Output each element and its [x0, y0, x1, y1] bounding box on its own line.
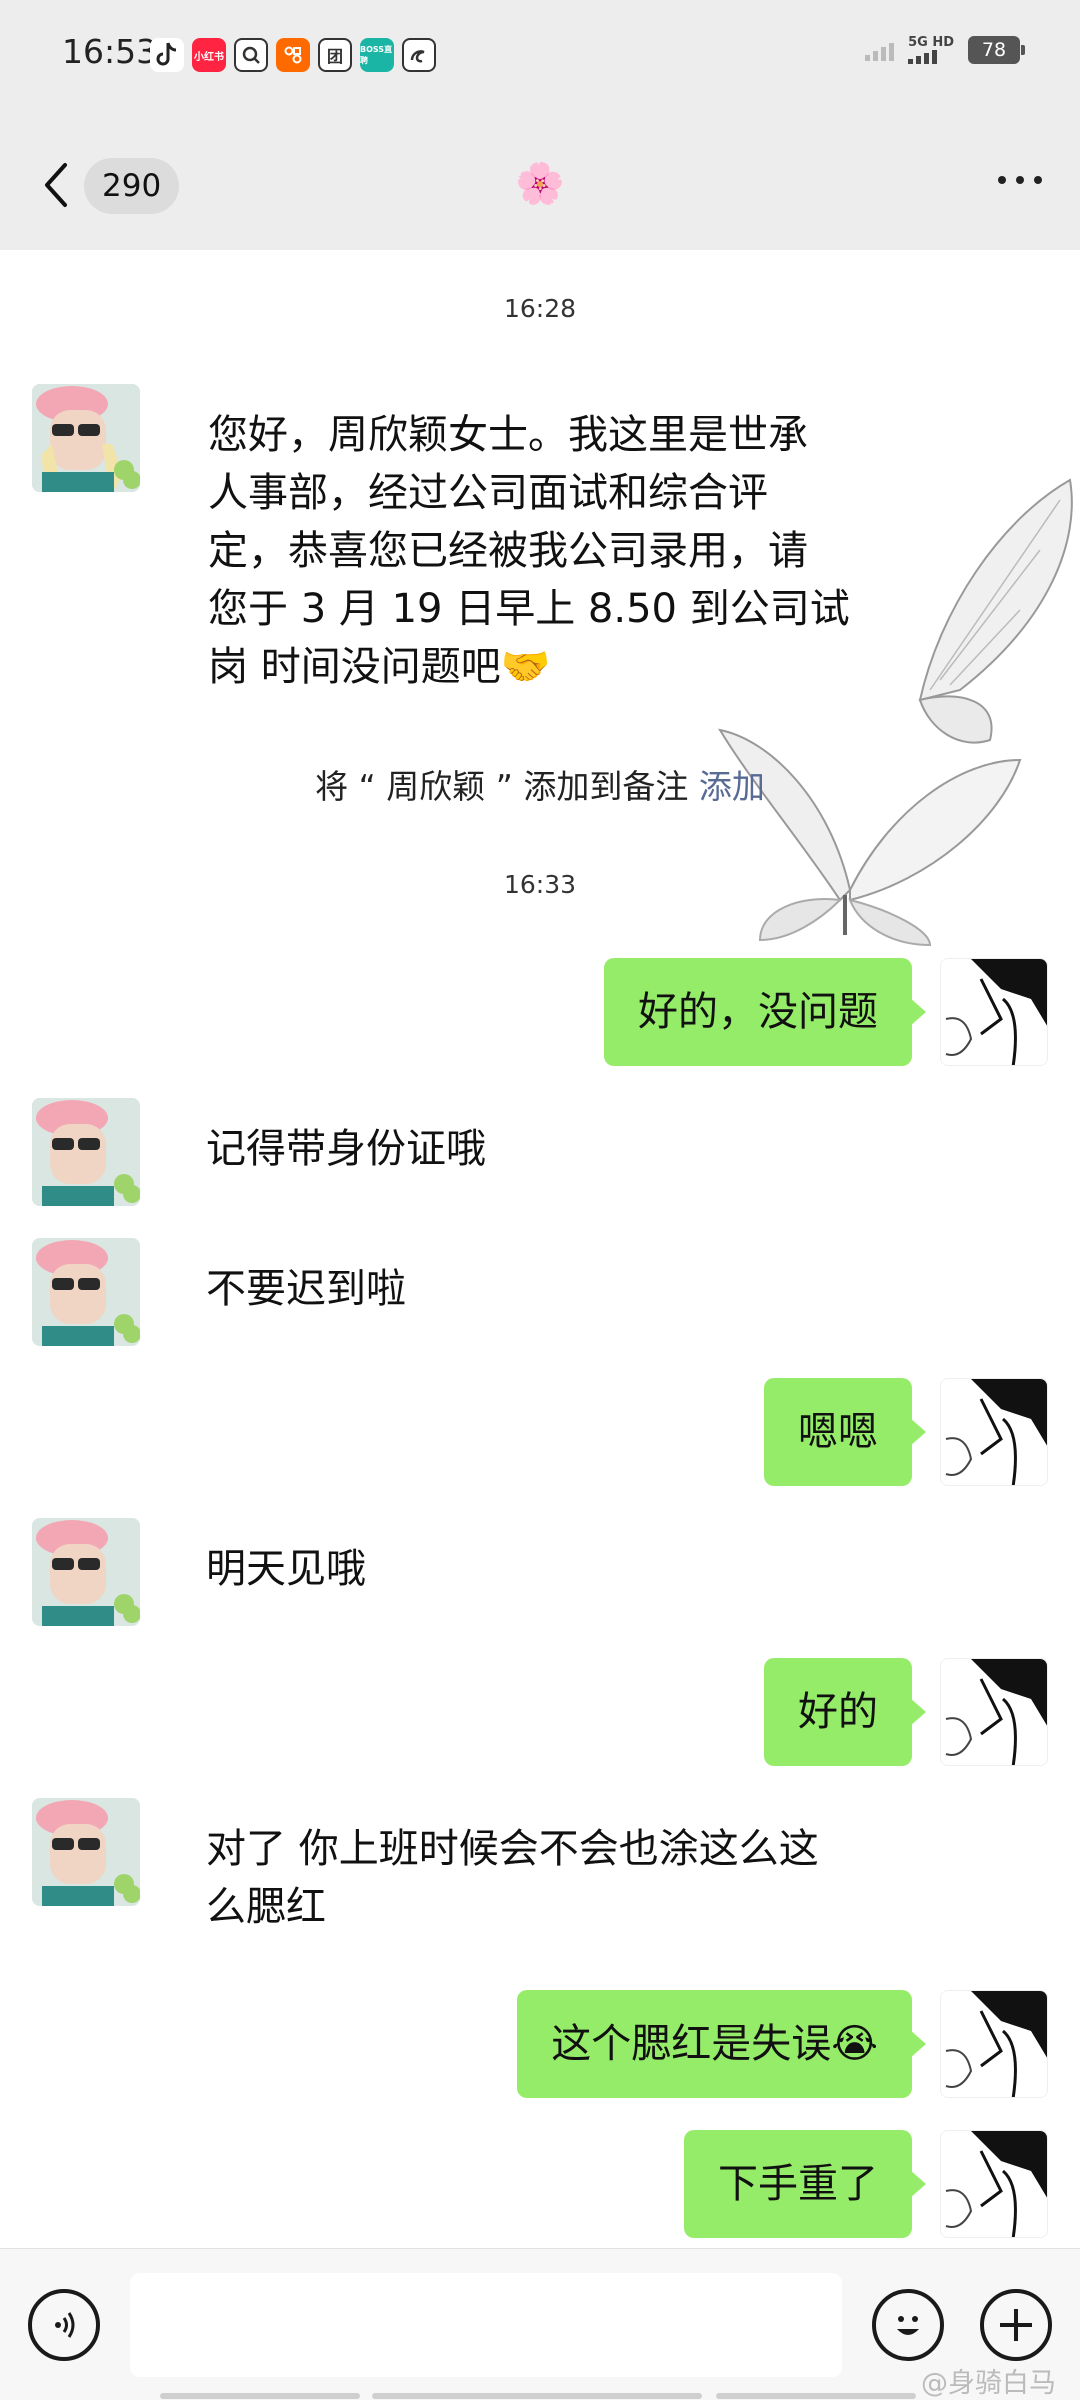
remark-notice-text: 将 “ 周欣颖 ” 添加到备注: [315, 767, 699, 806]
gesture-bar: [160, 2393, 360, 2399]
status-indicators: 5G HD 78: [865, 36, 1025, 64]
battery-icon: 78: [968, 36, 1025, 64]
taobao-icon: [276, 38, 310, 72]
emoji-button[interactable]: [872, 2289, 944, 2361]
timestamp: 16:28: [503, 294, 577, 323]
my-avatar-image: [941, 1659, 1047, 1765]
add-remark-notice: 将 “ 周欣颖 ” 添加到备注 添加: [0, 760, 1080, 808]
uc-icon: [402, 38, 436, 72]
chat-header: 290 🌸: [0, 120, 1080, 250]
network-label: 5G HD: [908, 35, 954, 50]
message-input[interactable]: [130, 2273, 842, 2377]
contact-avatar-image: [32, 1798, 140, 1906]
my-avatar[interactable]: [940, 1990, 1048, 2098]
butterfly-wallpaper-large-icon: [717, 728, 1022, 947]
my-avatar-image: [941, 1379, 1047, 1485]
my-avatar[interactable]: [940, 1378, 1048, 1486]
message-bubble-received[interactable]: 对了 你上班时候会不会也涂这么这 么腮红: [178, 1798, 847, 1958]
my-avatar-image: [941, 2131, 1047, 2237]
status-time: 16:53: [62, 32, 158, 71]
my-avatar-image: [941, 959, 1047, 1065]
xiaohongshu-icon: 小红书: [192, 38, 226, 72]
search-app-icon: [234, 38, 268, 72]
message-bubble-sent[interactable]: 下手重了: [684, 2130, 926, 2238]
add-remark-link[interactable]: 添加: [699, 767, 765, 806]
message-bubble-received[interactable]: 您好，周欣颖女士。我这里是世承 人事部，经过公司面试和综合评 定，恭喜您已经被我…: [178, 390, 918, 712]
message-bubble-sent[interactable]: 好的，没问题: [604, 958, 926, 1066]
message-bubble-sent[interactable]: 嗯嗯: [764, 1378, 926, 1486]
contact-avatar[interactable]: [32, 1518, 140, 1626]
message-line: 人事部，经过公司面试和综合评: [208, 470, 768, 516]
network-indicator: 5G HD: [908, 36, 954, 64]
contact-avatar[interactable]: [32, 1238, 140, 1346]
emoji-icon: [897, 2316, 919, 2335]
my-avatar-image: [941, 1991, 1047, 2097]
contact-avatar[interactable]: [32, 1798, 140, 1906]
gesture-bar: [372, 2393, 702, 2399]
status-bar: 16:53 小红书 团 BOSS直聘 5G HD 78: [0, 0, 1080, 120]
plus-icon: [1000, 2309, 1032, 2341]
contact-avatar-image: [32, 1518, 140, 1626]
contact-avatar-image: [32, 1238, 140, 1346]
my-avatar[interactable]: [940, 958, 1048, 1066]
more-dot: [1016, 176, 1024, 184]
signal-strong-icon: [908, 50, 938, 64]
status-app-icons: 小红书 团 BOSS直聘: [150, 38, 436, 72]
more-options-button[interactable]: [998, 176, 1042, 184]
plus-button[interactable]: [980, 2289, 1052, 2361]
input-bar: @身骑白马: [0, 2248, 1080, 2400]
message-line: 您好，周欣颖女士。我这里是世承: [208, 412, 808, 458]
tiktok-icon: [150, 38, 184, 72]
my-avatar[interactable]: [940, 2130, 1048, 2238]
message-line: 定，恭喜您已经被我公司录用，请: [208, 528, 808, 574]
contact-avatar[interactable]: [32, 384, 140, 492]
message-line: 岗 时间没问题吧🤝: [208, 644, 551, 690]
voice-icon: [55, 2312, 75, 2338]
signal-icon: [865, 39, 895, 61]
boss-icon: BOSS直聘: [360, 38, 394, 72]
message-bubble-received[interactable]: 不要迟到啦: [178, 1238, 434, 1340]
contact-avatar[interactable]: [32, 1098, 140, 1206]
message-bubble-sent[interactable]: 好的: [764, 1658, 926, 1766]
message-line: 对了 你上班时候会不会也涂这么这: [206, 1826, 819, 1872]
gesture-bar: [716, 2393, 916, 2399]
timestamp: 16:33: [503, 870, 577, 899]
message-bubble-received[interactable]: 明天见哦: [178, 1518, 394, 1620]
my-avatar[interactable]: [940, 1658, 1048, 1766]
more-dot: [1034, 176, 1042, 184]
message-bubble-received[interactable]: 记得带身份证哦: [178, 1098, 514, 1200]
chat-messages[interactable]: 16:28 您好，周欣颖女士。我这里是世承 人事部，经过公司面试和综合评 定，恭…: [0, 250, 1080, 2248]
voice-button[interactable]: [28, 2289, 100, 2361]
contact-avatar-image: [32, 384, 140, 492]
more-dot: [998, 176, 1006, 184]
message-bubble-sent[interactable]: 这个腮红是失误😭: [517, 1990, 926, 2098]
message-line: 么腮红: [206, 1884, 326, 1930]
chat-title: 🌸: [515, 161, 565, 207]
tuan-icon: 团: [318, 38, 352, 72]
message-line: 您于 3 月 19 日早上 8.50 到公司试: [208, 586, 850, 632]
contact-avatar-image: [32, 1098, 140, 1206]
watermark-text: @身骑白马: [921, 2368, 1056, 2399]
